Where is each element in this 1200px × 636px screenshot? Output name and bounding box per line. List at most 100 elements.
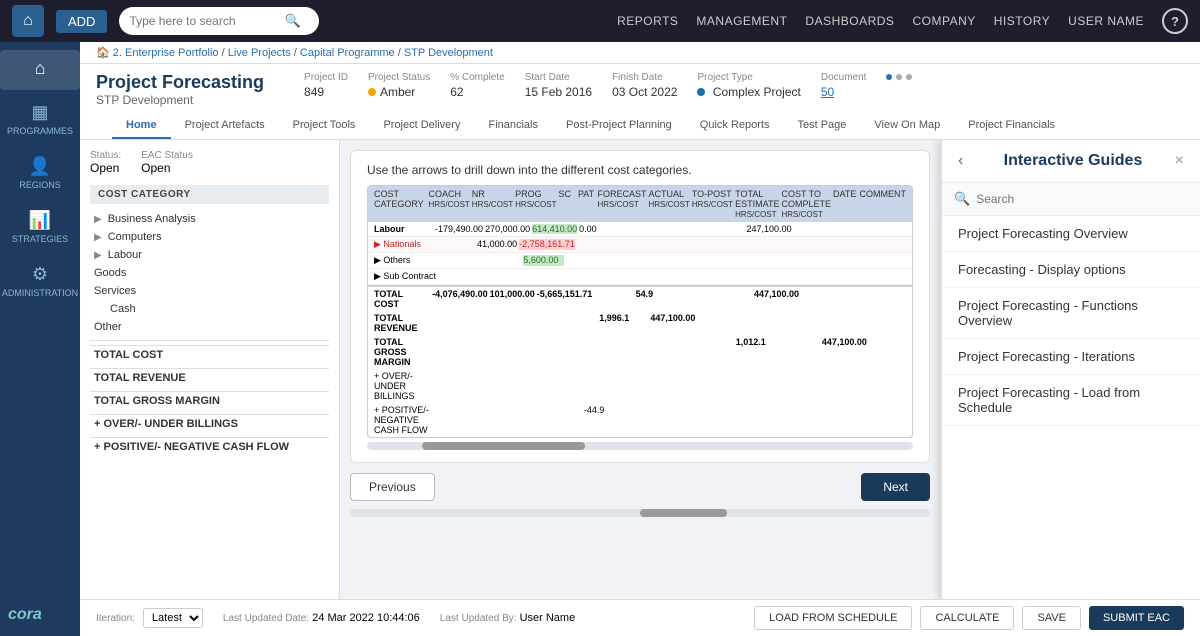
tab-financials[interactable]: Financials xyxy=(474,113,552,139)
breadcrumb-stp[interactable]: STP Development xyxy=(404,47,493,59)
doc-value[interactable]: 50 xyxy=(821,85,834,99)
scroll-area-bottom[interactable] xyxy=(350,509,930,517)
type-label: Project Type xyxy=(697,72,800,83)
sidebar-item-programmes[interactable]: ▦ PROGRAMMES xyxy=(0,94,80,144)
breadcrumb-live[interactable]: Live Projects xyxy=(228,47,291,59)
next-button[interactable]: Next xyxy=(861,473,930,501)
tab-home[interactable]: Home xyxy=(112,113,171,139)
col-coach: COACHHRS/COST xyxy=(428,189,469,219)
add-button[interactable]: ADD xyxy=(56,10,107,33)
iteration-section: Iteration: Latest xyxy=(96,608,203,628)
load-from-schedule-button[interactable]: LOAD FROM SCHEDULE xyxy=(754,606,912,630)
cost-item-business-analysis[interactable]: ▶ Business Analysis xyxy=(90,210,329,228)
tab-artefacts[interactable]: Project Artefacts xyxy=(171,113,279,139)
tab-view-map[interactable]: View On Map xyxy=(860,113,954,139)
guides-back-button[interactable]: ‹ xyxy=(958,152,963,170)
help-button[interactable]: ? xyxy=(1162,8,1188,34)
total-revenue-row: TOTAL REVENUE 1,996.1 447,100.00 xyxy=(368,311,912,335)
table-header: COST CATEGORY COACHHRS/COST NRHRS/COST P… xyxy=(368,186,912,222)
guide-item-load-schedule[interactable]: Project Forecasting - Load from Schedule xyxy=(942,375,1200,426)
guide-item-functions-overview[interactable]: Project Forecasting - Functions Overview xyxy=(942,288,1200,339)
guides-close-button[interactable]: × xyxy=(1175,152,1184,170)
cell-pat xyxy=(601,224,621,234)
save-button[interactable]: SAVE xyxy=(1022,606,1081,630)
guides-title: Interactive Guides xyxy=(971,152,1174,170)
nav-management[interactable]: MANAGEMENT xyxy=(696,14,787,28)
cost-item-computers[interactable]: ▶ Computers xyxy=(90,228,329,246)
cf-label: + POSITIVE/- NEGATIVE CASH FLOW xyxy=(374,405,443,435)
updated-date-value: 24 Mar 2022 10:44:06 xyxy=(312,612,420,624)
nav-dashboards[interactable]: DASHBOARDS xyxy=(805,14,894,28)
cell-date xyxy=(845,239,873,250)
tab-delivery[interactable]: Project Delivery xyxy=(369,113,474,139)
cell-sc xyxy=(566,255,586,266)
tutorial-overlay: Use the arrows to drill down into the di… xyxy=(350,150,930,463)
cost-item-goods[interactable]: Goods xyxy=(90,264,329,282)
updated-by-section: Last Updated By: User Name xyxy=(440,612,575,624)
iteration-select[interactable]: Latest xyxy=(143,608,203,628)
project-subtitle: STP Development xyxy=(96,93,264,107)
breadcrumb-enterprise[interactable]: 2. Enterprise Portfolio xyxy=(113,47,219,59)
guides-search-input[interactable] xyxy=(976,192,1188,206)
cost-item-services[interactable]: Services xyxy=(90,282,329,300)
cell-to-post xyxy=(705,224,744,234)
cost-item-labour[interactable]: ▶ Labour xyxy=(90,246,329,264)
status-field-value: Open xyxy=(90,161,119,175)
cell-pat xyxy=(589,255,609,266)
search-icon: 🔍 xyxy=(284,13,300,29)
search-bar[interactable]: 🔍 xyxy=(119,7,319,35)
cell-nr: 41,000.00 xyxy=(477,239,517,250)
project-header: Project Forecasting STP Development Proj… xyxy=(80,64,1200,140)
gm-empty xyxy=(439,337,734,367)
nav-company[interactable]: COMPANY xyxy=(912,14,975,28)
previous-button[interactable]: Previous xyxy=(350,473,435,501)
guide-item-display-options[interactable]: Forecasting - Display options xyxy=(942,252,1200,288)
cell-coach xyxy=(435,239,475,250)
guides-search[interactable]: 🔍 xyxy=(942,183,1200,216)
home-button[interactable]: ⌂ xyxy=(12,5,44,37)
item-label: Goods xyxy=(94,267,126,279)
col-actual: ACTUALHRS/COST xyxy=(648,189,689,219)
cell-actual xyxy=(662,239,702,250)
tab-project-financials[interactable]: Project Financials xyxy=(954,113,1069,139)
tab-quick-reports[interactable]: Quick Reports xyxy=(686,113,784,139)
search-input[interactable] xyxy=(129,14,284,28)
rev-label: TOTAL REVENUE xyxy=(374,313,448,333)
guide-item-iterations[interactable]: Project Forecasting - Iterations xyxy=(942,339,1200,375)
tab-tools[interactable]: Project Tools xyxy=(279,113,370,139)
tab-test-page[interactable]: Test Page xyxy=(783,113,860,139)
over-under-table-row: + OVER/- UNDER BILLINGS xyxy=(368,369,912,403)
page-content: Status: Open EAC Status Open COST CATEGO… xyxy=(80,140,1200,599)
cf-rest xyxy=(632,405,906,435)
gm-val: 1,012.1 xyxy=(736,337,820,367)
total-comment xyxy=(876,289,906,309)
guide-item-overview[interactable]: Project Forecasting Overview xyxy=(942,216,1200,252)
submit-eac-button[interactable]: SUBMIT EAC xyxy=(1089,606,1184,630)
cell-label: Labour xyxy=(374,224,433,234)
cost-item-cash[interactable]: Cash xyxy=(90,300,329,318)
nav-username[interactable]: USER NAME xyxy=(1068,14,1144,28)
scroll-area-h[interactable] xyxy=(367,442,913,450)
strategies-icon: 📊 xyxy=(29,210,51,231)
nav-reports[interactable]: REPORTS xyxy=(617,14,678,28)
sidebar-item-administration[interactable]: ⚙ ADMINISTRATION xyxy=(0,256,80,306)
cell-nr xyxy=(480,255,521,266)
cost-item-other[interactable]: Other xyxy=(90,318,329,336)
guides-search-icon: 🔍 xyxy=(954,191,970,207)
cell-label: ▶ Sub Contract xyxy=(374,271,443,282)
item-label: Cash xyxy=(110,303,136,315)
tab-post-project[interactable]: Post-Project Planning xyxy=(552,113,686,139)
sidebar-item-home[interactable]: ⌂ xyxy=(0,50,80,90)
sidebar-item-strategies[interactable]: 📊 STRATEGIES xyxy=(0,202,80,252)
sidebar-item-regions[interactable]: 👤 REGIONS xyxy=(0,148,80,198)
cell-forecast xyxy=(620,239,660,250)
total-forecast: 54.9 xyxy=(636,289,673,309)
table-row: Labour -179,490.00 270,000.00 614,410.00… xyxy=(368,222,912,237)
item-label: Labour xyxy=(108,249,142,261)
col-pat: PAT xyxy=(578,189,595,219)
breadcrumb-capital[interactable]: Capital Programme xyxy=(300,47,395,59)
nav-history[interactable]: HISTORY xyxy=(994,14,1050,28)
bottom-actions: LOAD FROM SCHEDULE CALCULATE SAVE SUBMIT… xyxy=(754,606,1184,630)
sidebar-label-regions: REGIONS xyxy=(19,180,61,190)
calculate-button[interactable]: CALCULATE xyxy=(920,606,1014,630)
